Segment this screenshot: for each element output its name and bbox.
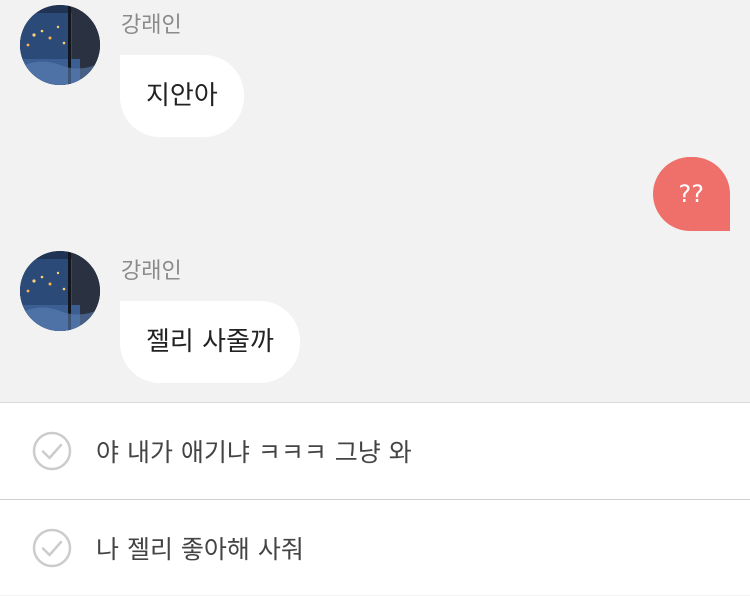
reply-options-panel: 야 내가 애기냐 ㅋㅋㅋ 그냥 와 나 젤리 좋아해 사줘 bbox=[0, 402, 750, 595]
night-scene-image bbox=[20, 251, 100, 331]
reply-option[interactable]: 야 내가 애기냐 ㅋㅋㅋ 그냥 와 bbox=[0, 403, 750, 499]
reply-option[interactable]: 나 젤리 좋아해 사줘 bbox=[0, 499, 750, 596]
reply-option-label: 나 젤리 좋아해 사줘 bbox=[96, 535, 304, 564]
check-circle-icon bbox=[32, 528, 72, 568]
check-circle-icon bbox=[32, 431, 72, 471]
sender-avatar[interactable] bbox=[20, 251, 100, 331]
sender-name: 강래인 bbox=[121, 259, 182, 284]
incoming-message-bubble: 젤리 사줄까 bbox=[120, 301, 300, 383]
outgoing-message-bubble: ?? bbox=[652, 157, 730, 231]
reply-option-label: 야 내가 애기냐 ㅋㅋㅋ 그냥 와 bbox=[96, 438, 412, 467]
incoming-message-bubble: 지안아 bbox=[120, 55, 244, 137]
chat-area: 강래인 지안아 ?? 강래인 젤리 사줄까 bbox=[0, 0, 750, 402]
night-scene-image bbox=[20, 5, 100, 85]
sender-name: 강래인 bbox=[121, 13, 182, 38]
sender-avatar[interactable] bbox=[20, 5, 100, 85]
